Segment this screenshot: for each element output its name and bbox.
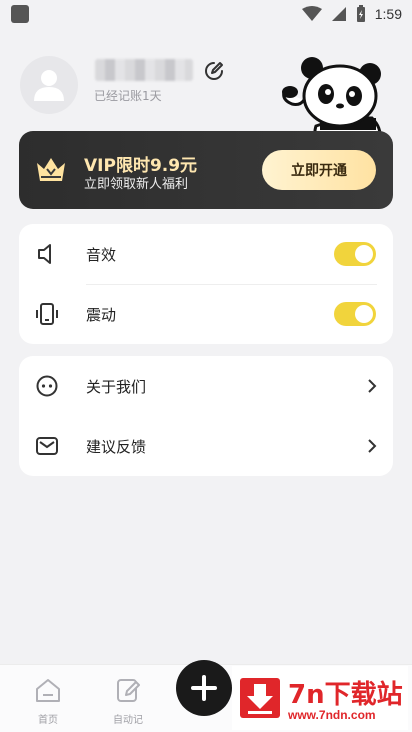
- watermark-url: www.7ndn.com: [288, 708, 376, 722]
- status-time: 1:59: [374, 6, 402, 22]
- battery-icon: [356, 5, 365, 22]
- watermark-title: 7n下载站: [288, 680, 403, 710]
- auto-record-icon: [117, 679, 140, 702]
- about-us-label: 关于我们: [86, 377, 147, 396]
- vip-activate-button[interactable]: 立即开通: [262, 150, 376, 190]
- feedback-row[interactable]: 建议反馈: [19, 416, 393, 476]
- nav-home-label: 首页: [38, 715, 58, 726]
- username-redacted: [95, 59, 193, 81]
- chevron-right-icon: [368, 439, 377, 453]
- phone-vibrate-icon: [35, 302, 59, 326]
- watermark: 7n下载站 www.7ndn.com: [232, 666, 408, 730]
- status-bar: 1:59: [0, 0, 412, 28]
- signal-icon: [331, 7, 346, 21]
- links-card: 关于我们 建议反馈: [19, 356, 393, 476]
- add-record-button[interactable]: [176, 660, 232, 716]
- plus-icon: [191, 675, 217, 701]
- feedback-label: 建议反馈: [86, 437, 147, 456]
- notification-icon: [11, 5, 29, 23]
- wifi-icon: [301, 6, 322, 21]
- vip-subtitle: 立即领取新人福利: [84, 177, 189, 192]
- vip-banner[interactable]: VIP限时9.9元 立即领取新人福利 立即开通: [19, 131, 393, 209]
- avatar[interactable]: [20, 56, 78, 114]
- vibration-setting-row[interactable]: 震动: [19, 284, 393, 344]
- nav-home[interactable]: 首页: [18, 677, 78, 726]
- crown-icon: [37, 158, 65, 181]
- download-logo-icon: [240, 678, 280, 718]
- home-icon: [36, 679, 60, 702]
- nav-auto-record-label: 自动记: [113, 715, 143, 726]
- vibration-toggle[interactable]: [334, 302, 376, 326]
- sound-setting-row[interactable]: 音效: [19, 224, 393, 284]
- edit-icon[interactable]: [204, 61, 224, 81]
- speaker-icon: [35, 242, 59, 266]
- mail-icon: [35, 434, 59, 458]
- face-icon: [35, 374, 59, 398]
- user-icon: [34, 70, 64, 101]
- chevron-right-icon: [368, 379, 377, 393]
- nav-auto-record[interactable]: 自动记: [98, 677, 158, 726]
- sound-toggle[interactable]: [334, 242, 376, 266]
- vibration-label: 震动: [86, 305, 117, 324]
- settings-card: 音效 震动: [19, 224, 393, 344]
- days-recorded-label: 已经记账1天: [94, 89, 162, 103]
- sound-label: 音效: [86, 245, 117, 264]
- about-us-row[interactable]: 关于我们: [19, 356, 393, 416]
